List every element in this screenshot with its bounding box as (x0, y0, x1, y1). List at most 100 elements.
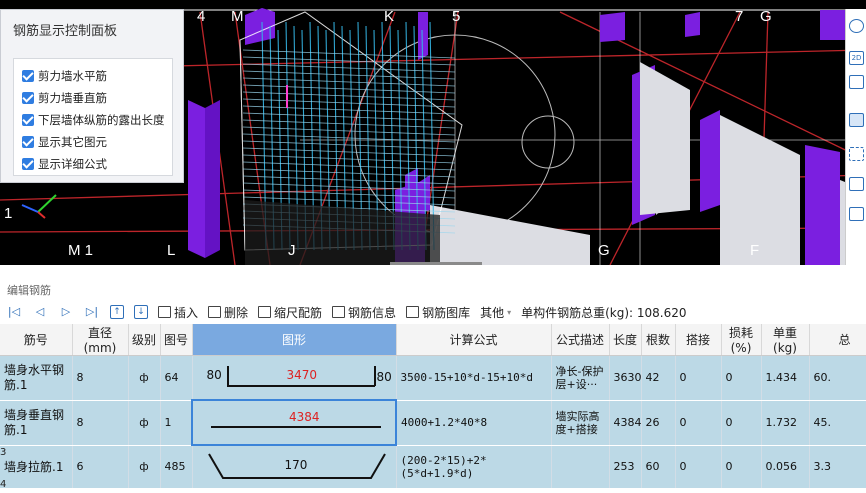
diameter-cell[interactable]: 6 (72, 445, 129, 489)
checkbox-checked-icon[interactable] (22, 136, 34, 148)
prev-record-icon[interactable]: ◁ (32, 304, 48, 320)
description-cell[interactable]: 净长-保护层+设··· (551, 355, 610, 401)
table-row[interactable]: 墙身拉筋.1 6 ф 485 170 (200-2*15)+2*(5*d+1.9… (0, 445, 866, 489)
first-record-icon[interactable]: |◁ (6, 304, 22, 320)
unit-weight-cell[interactable]: 0.056 (761, 445, 810, 489)
lap-cell[interactable]: 0 (675, 355, 722, 401)
option-show-detailed-formula[interactable]: 显示详细公式 (22, 153, 172, 175)
count-cell[interactable]: 60 (641, 445, 676, 489)
list-icon[interactable] (849, 207, 864, 221)
diameter-cell[interactable]: 8 (72, 400, 129, 446)
table-row[interactable]: 墙身垂直钢筋.1 8 ф 1 4384 4000+1.2*40*8 墙实际高度+… (0, 399, 866, 446)
grade-cell[interactable]: ф (128, 445, 161, 489)
figure-no-cell[interactable]: 1 (160, 400, 193, 446)
unit-weight-cell[interactable]: 1.434 (761, 355, 810, 401)
table-row[interactable]: 墙身水平钢筋.1 8 ф 64 80 3470 80 3500-15+10*d-… (0, 355, 866, 401)
unit-weight-cell[interactable]: 1.732 (761, 400, 810, 446)
rebar-name[interactable]: 墙身垂直钢筋.1 (0, 400, 73, 446)
col-grade[interactable]: 级别 (128, 324, 161, 356)
orbit-icon[interactable] (849, 19, 864, 33)
checkbox-checked-icon[interactable] (22, 158, 34, 170)
insert-icon (158, 306, 171, 318)
chevron-down-icon: ▾ (507, 307, 512, 317)
loss-cell[interactable]: 0 (721, 355, 762, 401)
last-record-icon[interactable]: ▷| (84, 304, 100, 320)
axis-label-4: 4 (197, 8, 206, 25)
rebar-name[interactable]: 墙身水平钢筋.1 (0, 355, 73, 401)
col-diameter[interactable]: 直径(mm) (72, 324, 129, 356)
delete-button[interactable]: 删除 (208, 304, 248, 321)
loss-cell[interactable]: 0 (721, 400, 762, 446)
insert-button[interactable]: 插入 (158, 304, 198, 321)
length-cell[interactable]: 4384 (609, 400, 642, 446)
count-cell[interactable]: 26 (641, 400, 676, 446)
shape-cell[interactable]: 170 (192, 445, 397, 489)
diameter-cell[interactable]: 8 (72, 355, 129, 401)
formula-cell[interactable]: 4000+1.2*40*8 (396, 400, 552, 446)
shape-cell[interactable]: 4384 (191, 399, 397, 446)
grade-cell[interactable]: ф (128, 355, 161, 401)
next-record-icon[interactable]: ▷ (58, 304, 74, 320)
viewport-scrollbar[interactable] (390, 262, 482, 265)
rebar-name[interactable]: 墙身拉筋.1 (0, 445, 73, 489)
option-wall-vertical-rebar[interactable]: 剪力墙垂直筋 (22, 87, 172, 109)
total-cell[interactable]: 45. (809, 400, 866, 446)
col-description[interactable]: 公式描述 (551, 324, 610, 356)
rebar-info-button[interactable]: 钢筋信息 (332, 304, 396, 321)
rebar-shape-horizontal: 80 3470 80 (193, 356, 396, 399)
col-count[interactable]: 根数 (641, 324, 676, 356)
lap-cell[interactable]: 0 (675, 400, 722, 446)
select-box-icon[interactable] (849, 147, 864, 161)
grade-cell[interactable]: ф (128, 400, 161, 446)
col-length[interactable]: 长度 (609, 324, 642, 356)
col-figure-no[interactable]: 图号 (160, 324, 193, 356)
option-lower-wall-exposed-length[interactable]: 下层墙体纵筋的露出长度 (22, 109, 172, 131)
col-formula[interactable]: 计算公式 (396, 324, 552, 356)
shape-left-hook (226, 366, 229, 386)
cube-side-icon[interactable] (849, 113, 864, 127)
horizontal-rebar (242, 168, 456, 178)
2d-icon[interactable]: 2D (849, 51, 864, 65)
col-lap[interactable]: 搭接 (675, 324, 722, 356)
col-total[interactable]: 总 (809, 324, 866, 356)
figure-no-cell[interactable]: 485 (160, 445, 193, 489)
checkbox-checked-icon[interactable] (22, 92, 34, 104)
length-cell[interactable]: 3630 (609, 355, 642, 401)
option-wall-horizontal-rebar[interactable]: 剪力墙水平筋 (22, 65, 172, 87)
total-cell[interactable]: 60. (809, 355, 866, 401)
col-loss[interactable]: 损耗(%) (721, 324, 762, 356)
shape-cell[interactable]: 80 3470 80 (192, 355, 397, 401)
description-cell[interactable] (551, 445, 610, 489)
rebar-display-control-panel: 钢筋显示控制面板 剪力墙水平筋 剪力墙垂直筋 下层墙体纵筋的露出长度 显示其它图… (0, 9, 184, 183)
shape-mid-value: 3470 (286, 368, 318, 382)
col-unit-weight[interactable]: 单重(kg) (761, 324, 810, 356)
scale-rebar-button[interactable]: 缩尺配筋 (258, 304, 322, 321)
option-show-other-elements[interactable]: 显示其它图元 (22, 131, 172, 153)
description-cell[interactable]: 墙实际高度+搭接 (551, 400, 610, 446)
col-rebar-no[interactable]: 筋号 (0, 324, 73, 356)
other-dropdown[interactable]: 其他 ▾ (480, 304, 511, 321)
ruler-icon (258, 306, 272, 318)
lap-cell[interactable]: 0 (675, 445, 722, 489)
view-icon[interactable] (849, 177, 864, 191)
count-cell[interactable]: 42 (641, 355, 676, 401)
horizontal-rebar (242, 140, 456, 150)
length-cell[interactable]: 253 (609, 445, 642, 489)
move-down-icon[interactable]: ↓ (134, 305, 148, 319)
shape-right-value: 80 (376, 370, 392, 384)
checkbox-checked-icon[interactable] (22, 114, 34, 126)
col-shape[interactable]: 图形 (192, 324, 397, 356)
view-toolbar: 2D (845, 9, 866, 265)
formula-cell[interactable]: 3500-15+10*d-15+10*d (396, 355, 552, 401)
cube-icon[interactable] (849, 75, 864, 89)
checkbox-checked-icon[interactable] (22, 70, 34, 82)
horizontal-rebar (242, 154, 456, 164)
move-up-icon[interactable]: ↑ (110, 305, 124, 319)
3d-viewport[interactable]: 4 M K 5 7 G 1 M 1 L J G F 钢筋显示控制面板 剪力墙水平… (0, 0, 866, 265)
rebar-library-button[interactable]: 钢筋图库 (406, 304, 470, 321)
total-cell[interactable]: 3.3 (809, 445, 866, 489)
formula-cell[interactable]: (200-2*15)+2*(5*d+1.9*d) (396, 445, 552, 489)
loss-cell[interactable]: 0 (721, 445, 762, 489)
shape-main-bar (226, 385, 375, 387)
figure-no-cell[interactable]: 64 (160, 355, 193, 401)
